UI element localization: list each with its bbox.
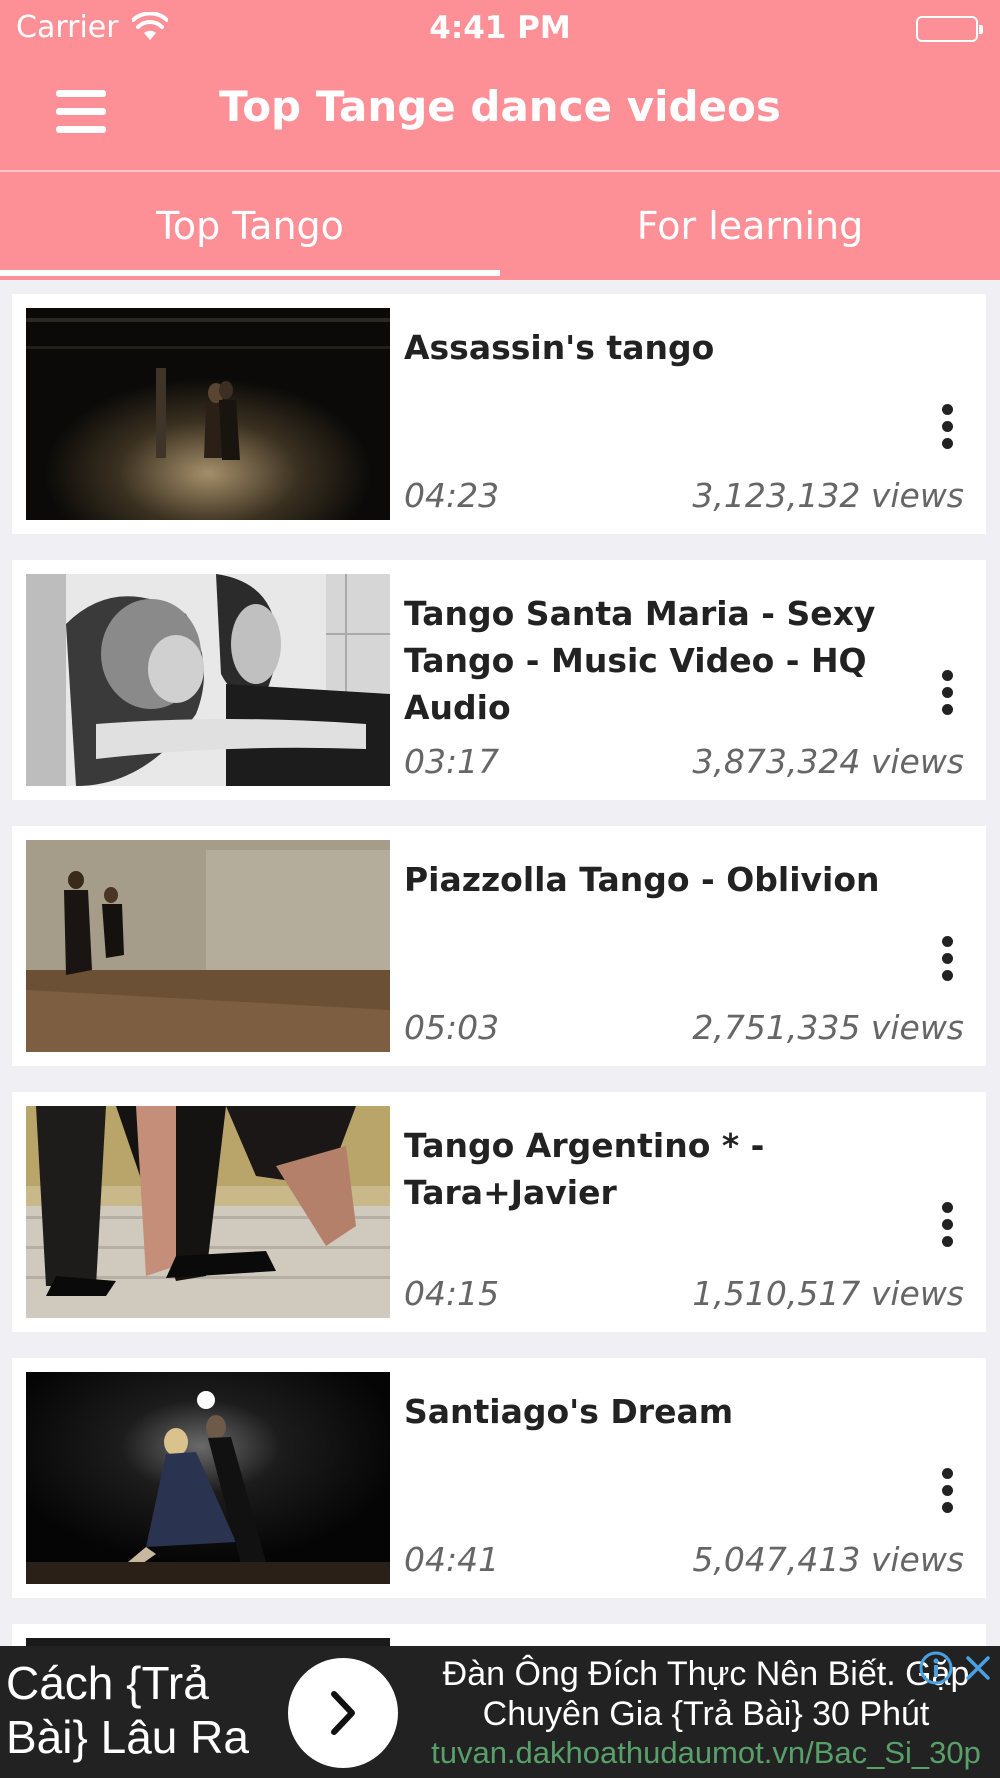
video-card[interactable] [12, 1624, 986, 1646]
video-thumbnail[interactable] [26, 308, 390, 520]
ad-left-line: Cách {Trả [6, 1657, 209, 1709]
tab-for-learning[interactable]: For learning [500, 172, 1000, 280]
video-thumbnail[interactable] [26, 1372, 390, 1584]
video-views: 5,047,413 views [692, 1540, 964, 1579]
battery-icon [916, 16, 983, 42]
more-options-icon[interactable] [932, 404, 962, 454]
video-duration: 04:41 [404, 1540, 500, 1579]
video-card[interactable]: Assassin's tango 04:23 3,123,132 views [12, 294, 986, 534]
tab-label: Top Tango [156, 204, 344, 248]
video-thumbnail[interactable] [26, 1106, 390, 1318]
video-views: 2,751,335 views [692, 1008, 964, 1047]
page-title: Top Tange dance videos [219, 82, 781, 131]
video-title[interactable]: Assassin's tango [404, 324, 964, 371]
info-icon[interactable] [918, 1650, 954, 1686]
more-options-icon[interactable] [932, 936, 962, 986]
more-options-icon[interactable] [932, 1468, 962, 1518]
ad-left-line: Bài} Lâu Ra [6, 1711, 249, 1763]
video-card[interactable]: Santiago's Dream 04:41 5,047,413 views [12, 1358, 986, 1598]
video-views: 1,510,517 views [692, 1274, 964, 1313]
video-duration: 04:23 [404, 476, 500, 515]
video-card[interactable]: Tango Santa Maria - Sexy Tango - Music V… [12, 560, 986, 800]
video-views: 3,123,132 views [692, 476, 964, 515]
video-duration: 03:17 [404, 742, 500, 781]
video-thumbnail[interactable] [26, 574, 390, 786]
status-bar: Carrier 4:41 PM [0, 0, 1000, 58]
tab-top-tango[interactable]: Top Tango [0, 172, 500, 280]
ad-url[interactable]: tuvan.dakhoathudaumot.vn/Bac_Si_30p [414, 1734, 998, 1772]
nav-bar: Top Tange dance videos [0, 58, 1000, 172]
ad-banner[interactable]: Cách {Trả Bài} Lâu Ra Đàn Ông Đích Thực … [0, 1646, 1000, 1778]
video-duration: 04:15 [404, 1274, 500, 1313]
close-icon[interactable] [960, 1650, 996, 1686]
clock: 4:41 PM [429, 10, 571, 46]
chevron-right-icon[interactable] [288, 1658, 398, 1768]
video-card[interactable]: Tango Argentino * - Tara+Javier 04:15 1,… [12, 1092, 986, 1332]
tab-bar: Top Tango For learning [0, 172, 1000, 280]
active-tab-indicator [0, 270, 500, 276]
ad-headline[interactable]: Đàn Ông Đích Thực Nên Biết. Gặp Chuyên G… [414, 1654, 998, 1772]
ad-headline-line: Đàn Ông Đích Thực Nên Biết. Gặp [442, 1655, 970, 1693]
video-title[interactable]: Tango Argentino * - Tara+Javier [404, 1122, 964, 1216]
video-views: 3,873,324 views [692, 742, 964, 781]
video-thumbnail[interactable] [26, 840, 390, 1052]
more-options-icon[interactable] [932, 1202, 962, 1252]
video-title[interactable]: Piazzolla Tango - Oblivion [404, 856, 964, 903]
video-thumbnail[interactable] [26, 1638, 390, 1646]
ad-left-text[interactable]: Cách {Trả Bài} Lâu Ra [6, 1656, 286, 1764]
video-title[interactable]: Tango Santa Maria - Sexy Tango - Music V… [404, 590, 964, 731]
video-card[interactable]: Piazzolla Tango - Oblivion 05:03 2,751,3… [12, 826, 986, 1066]
video-title[interactable]: Santiago's Dream [404, 1388, 964, 1435]
ad-headline-line: Chuyên Gia {Trả Bài} 30 Phút [482, 1695, 930, 1733]
tab-label: For learning [636, 204, 864, 248]
video-list[interactable]: Assassin's tango 04:23 3,123,132 views T… [0, 280, 1000, 1646]
more-options-icon[interactable] [932, 670, 962, 720]
video-duration: 05:03 [404, 1008, 500, 1047]
